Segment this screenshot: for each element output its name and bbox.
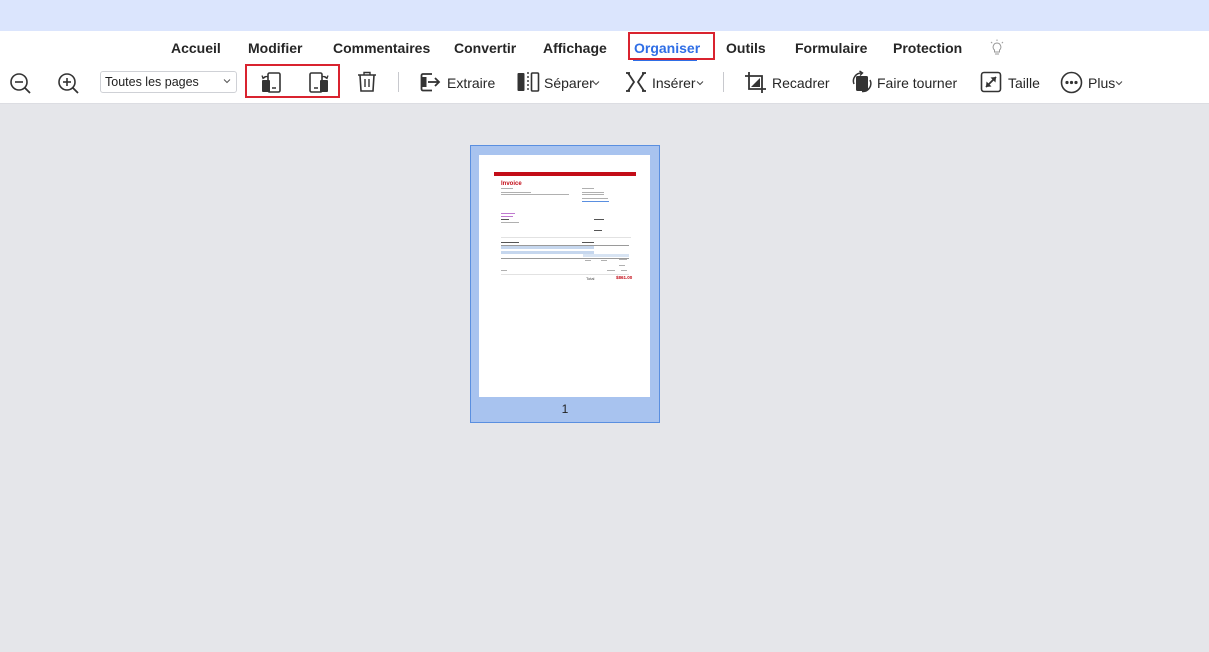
invoice-header-bar — [494, 172, 636, 176]
more-chevron-icon[interactable] — [1115, 79, 1123, 87]
invoice-text-line — [607, 270, 615, 271]
invoice-table-row — [501, 246, 594, 249]
zoom-in-icon[interactable] — [57, 72, 79, 94]
invoice-text-line — [501, 222, 519, 223]
insert-icon[interactable] — [625, 71, 647, 93]
trash-icon[interactable] — [356, 70, 378, 94]
invoice-table-rule — [501, 258, 629, 259]
invoice-link-line — [582, 201, 609, 202]
extract-icon[interactable] — [419, 71, 441, 93]
chevron-down-icon — [223, 79, 231, 84]
toolbar-separator — [398, 72, 399, 92]
toolbar-separator — [723, 72, 724, 92]
menu-affichage[interactable]: Affichage — [543, 40, 607, 56]
zoom-out-icon[interactable] — [9, 72, 31, 94]
split-chevron-icon[interactable] — [592, 79, 600, 87]
more-button[interactable]: Plus — [1088, 75, 1115, 91]
invoice-text-line — [501, 216, 513, 217]
split-button[interactable]: Séparer — [544, 75, 594, 91]
title-bar — [0, 0, 1209, 31]
crop-button[interactable]: Recadrer — [772, 75, 830, 91]
invoice-total-value: $861.00 — [616, 275, 633, 280]
invoice-table-header — [582, 242, 594, 243]
organiser-highlight-box — [628, 32, 715, 60]
invoice-text-line — [582, 188, 594, 189]
invoice-text-line — [619, 265, 625, 266]
rotate-page-icon[interactable] — [850, 70, 874, 94]
menu-formulaire[interactable]: Formulaire — [795, 40, 867, 56]
menu-convertir[interactable]: Convertir — [454, 40, 516, 56]
page-range-select[interactable]: Toutes les pages — [100, 71, 237, 93]
resize-icon[interactable] — [980, 71, 1002, 93]
insert-button[interactable]: Insérer — [652, 75, 696, 91]
menu-outils[interactable]: Outils — [726, 40, 766, 56]
page-number-label: 1 — [561, 402, 569, 416]
rotate-left-icon[interactable] — [259, 70, 283, 94]
invoice-text-line — [501, 213, 515, 214]
crop-icon[interactable] — [744, 71, 767, 94]
more-icon[interactable] — [1060, 71, 1083, 94]
menu-protection[interactable]: Protection — [893, 40, 962, 56]
lightbulb-icon[interactable] — [989, 39, 1005, 57]
menu-accueil[interactable]: Accueil — [171, 40, 221, 56]
invoice-text-line — [594, 230, 602, 231]
page-thumbnail-content[interactable]: Invoice Total $861.00 — [479, 155, 650, 397]
invoice-text-line — [501, 270, 507, 271]
insert-chevron-icon[interactable] — [696, 79, 704, 87]
invoice-divider — [501, 237, 631, 238]
invoice-text-line — [601, 260, 607, 261]
invoice-text-line — [501, 194, 569, 195]
invoice-text-line — [621, 270, 627, 271]
invoice-text-line — [594, 219, 604, 220]
extract-button[interactable]: Extraire — [447, 75, 495, 91]
invoice-table-row — [501, 251, 594, 254]
rotate-right-icon[interactable] — [307, 70, 331, 94]
invoice-text-line — [619, 259, 627, 260]
invoice-total-label: Total — [586, 276, 595, 281]
rotate-page-button[interactable]: Faire tourner — [877, 75, 957, 91]
invoice-table-row — [583, 254, 629, 257]
page-range-value: Toutes les pages — [105, 75, 199, 89]
invoice-text-line — [501, 219, 509, 220]
invoice-text-line — [501, 192, 531, 193]
invoice-text-line — [501, 188, 513, 189]
invoice-text-line — [582, 192, 604, 193]
invoice-text-line — [582, 198, 608, 199]
invoice-text-line — [582, 194, 604, 195]
menu-commentaires[interactable]: Commentaires — [333, 40, 430, 56]
invoice-text-line — [585, 260, 591, 261]
invoice-table-rule — [501, 245, 629, 246]
invoice-divider — [501, 274, 629, 275]
split-icon[interactable] — [516, 71, 540, 93]
invoice-title: Invoice — [501, 181, 522, 187]
resize-button[interactable]: Taille — [1008, 75, 1040, 91]
menu-modifier[interactable]: Modifier — [248, 40, 302, 56]
invoice-table-header — [501, 242, 519, 243]
